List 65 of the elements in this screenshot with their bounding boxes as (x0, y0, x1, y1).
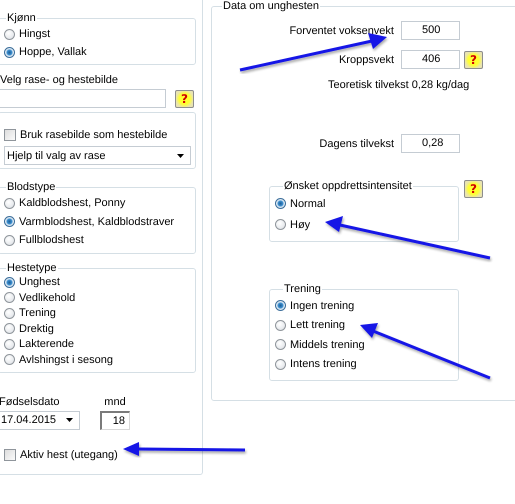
radio-indicator[interactable] (4, 216, 15, 228)
radio-indicator[interactable] (275, 198, 286, 209)
arrow-icon (123, 442, 246, 456)
radio-button[interactable]: Høy (275, 214, 454, 235)
radio-button[interactable]: Unghest (4, 274, 191, 290)
arrow-icon (325, 216, 490, 260)
radio-button[interactable]: Kaldblodshest, Ponny (4, 194, 191, 212)
radio-indicator[interactable] (275, 320, 286, 331)
radio-indicator[interactable] (4, 323, 15, 334)
group-label: Trening (283, 283, 322, 296)
radio-button[interactable]: Varmblodshest, Kaldblodstraver (4, 212, 191, 231)
date-picker[interactable]: 17.04.2015 (0, 410, 80, 430)
input-field[interactable] (0, 89, 166, 108)
group-label: Ønsket oppdrettsintensitet (283, 180, 413, 193)
checkbox[interactable]: Aktiv hest (utegang) (4, 448, 202, 460)
radio-indicator[interactable] (4, 276, 15, 288)
help-button[interactable]: ? (464, 180, 483, 198)
radio-indicator[interactable] (275, 339, 286, 350)
radio-button[interactable]: Trening (4, 306, 191, 321)
dropdown[interactable]: Hjelp til valg av rase (4, 146, 191, 165)
group-label: Data om unghesten (222, 0, 320, 13)
caret-icon (66, 418, 73, 422)
input-field[interactable]: 500 (401, 21, 460, 40)
input-field[interactable]: 18 (100, 410, 130, 430)
radio-button[interactable]: Vedlikehold (4, 290, 191, 306)
checkbox[interactable]: Bruk rasebilde som hestebilde (4, 128, 191, 142)
checkbox-square[interactable] (4, 129, 16, 141)
radio-indicator[interactable] (4, 46, 15, 58)
radio-button[interactable]: Avlshingst i sesong (4, 352, 191, 368)
radio-indicator[interactable] (275, 300, 286, 312)
radio-indicator[interactable] (4, 28, 15, 40)
radio-button[interactable]: Lakterende (4, 336, 191, 352)
radio-button[interactable]: Intens trening (275, 354, 454, 374)
radio-indicator[interactable] (4, 308, 15, 319)
group-label: Blodstype (6, 181, 56, 194)
group-label: Hestetype (6, 262, 58, 274)
radio-button[interactable]: Lett trening (275, 316, 454, 335)
radio-indicator[interactable] (4, 292, 15, 304)
radio-button[interactable]: Fullblodshest (4, 231, 191, 250)
result-text: Teoretisk tilvekst 0,28 kg/dag (328, 79, 470, 91)
radio-button[interactable]: Middels trening (275, 335, 454, 354)
help-button[interactable]: ? (464, 50, 483, 68)
radio-button[interactable]: Ingen trening (275, 296, 454, 316)
caret-icon (177, 154, 184, 158)
radio-indicator[interactable] (275, 219, 286, 230)
help-button[interactable]: ? (175, 90, 194, 108)
field-label: Forventet voksenvekt (288, 24, 394, 36)
field-label: Kroppsvekt (338, 54, 394, 66)
field-label: Velg rase- og hestebilde (0, 73, 120, 87)
radio-indicator[interactable] (275, 358, 286, 370)
input-field[interactable]: 406 (401, 50, 460, 69)
checkbox-square[interactable] (4, 448, 16, 460)
radio-indicator[interactable] (4, 354, 15, 366)
field-label: Dagens tilvekst (318, 138, 394, 150)
group-label: Kjønn (6, 12, 37, 25)
radio-button[interactable]: Hoppe, Vallak (4, 43, 191, 61)
field-label: Fødselsdato (0, 394, 61, 408)
field-label: mnd (104, 394, 126, 408)
radio-indicator[interactable] (4, 198, 15, 209)
radio-button[interactable]: Normal (275, 193, 454, 214)
radio-button[interactable]: Hingst (4, 25, 191, 43)
radio-button[interactable]: Drektig (4, 321, 191, 336)
input-field[interactable]: 0,28 (401, 134, 460, 153)
radio-indicator[interactable] (4, 338, 15, 350)
radio-indicator[interactable] (4, 234, 15, 246)
